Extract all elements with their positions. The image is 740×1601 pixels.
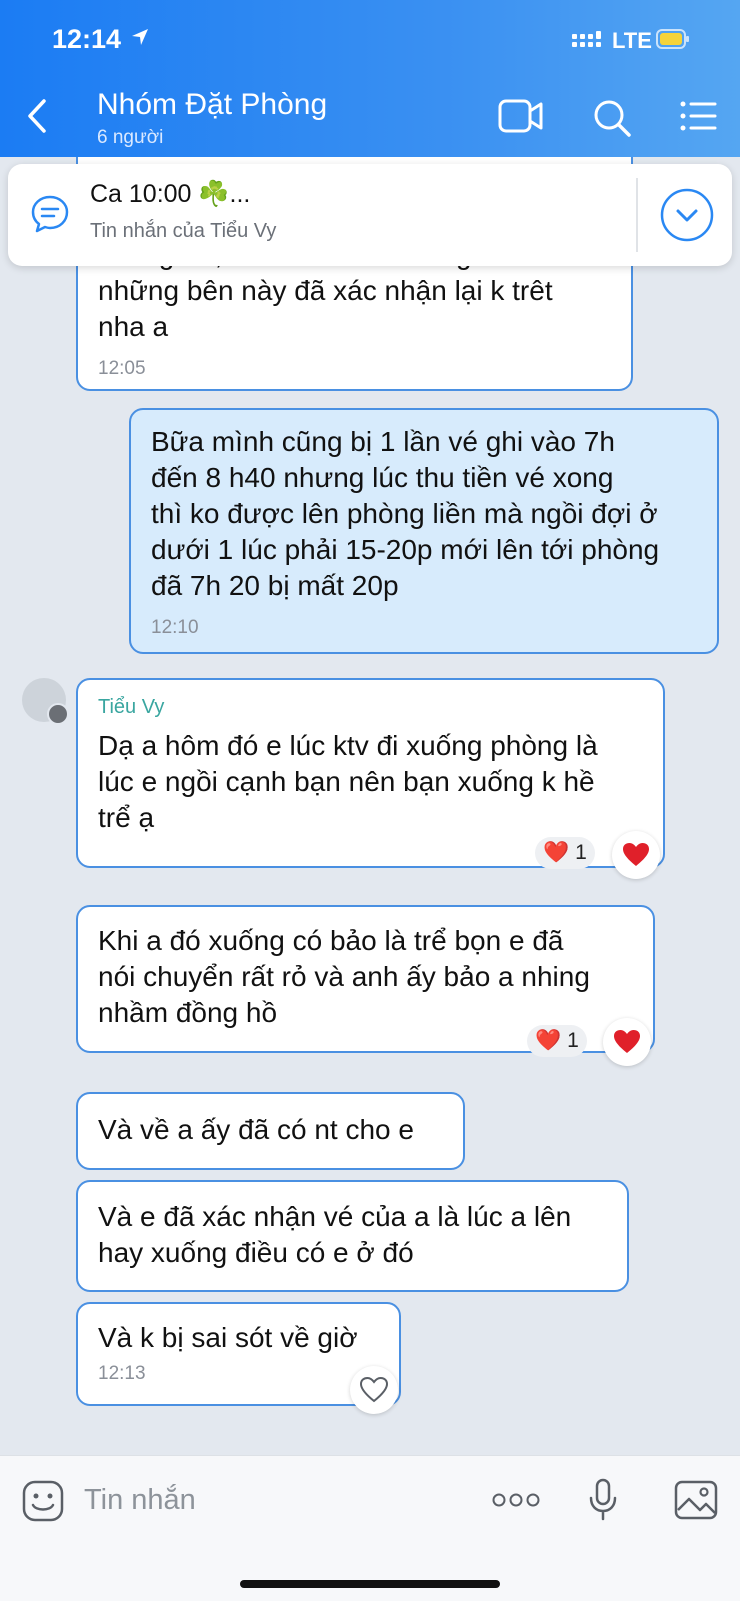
message-input-bar bbox=[0, 1455, 740, 1601]
message-text: nói chuyển rất rỏ và anh ấy bảo a nhing bbox=[98, 961, 590, 992]
network-type: LTE bbox=[612, 28, 652, 53]
message-text: Dạ a hôm đó e lúc ktv đi xuống phòng là bbox=[98, 730, 598, 761]
home-indicator bbox=[240, 1580, 500, 1588]
react-button[interactable] bbox=[612, 831, 660, 879]
emoji-icon[interactable] bbox=[22, 1480, 64, 1522]
message-text: Bữa mình cũng bị 1 lần vé ghi vào 7h bbox=[151, 426, 615, 457]
avatar-badge bbox=[47, 703, 69, 725]
video-call-icon[interactable] bbox=[498, 98, 544, 134]
heart-emoji: ❤️ bbox=[535, 1029, 562, 1052]
message-text: trể ạ bbox=[98, 802, 155, 833]
message-text: Và e đã xác nhận vé của a là lúc a lên bbox=[98, 1201, 572, 1232]
message-text: lúc e ngồi cạnh bạn nên bạn xuống k hề bbox=[98, 766, 595, 797]
message-time: 12:10 bbox=[151, 617, 199, 638]
message-text: đã 7h 20 bị mất 20p bbox=[151, 570, 399, 601]
divider bbox=[636, 178, 638, 252]
message-text: Và k bị sai sót về giờ bbox=[98, 1322, 358, 1353]
avatar[interactable] bbox=[22, 678, 69, 725]
heart-icon bbox=[614, 1030, 640, 1053]
signal-icon bbox=[572, 31, 601, 47]
back-icon[interactable] bbox=[26, 98, 48, 134]
message-text: dưới 1 lúc phải 15-20p mới lên tới phòng bbox=[151, 534, 660, 565]
header: 12:14 LTE Nhóm Đặt Phòng 6 người bbox=[0, 0, 740, 157]
react-button[interactable] bbox=[350, 1366, 398, 1414]
message-bubble[interactable]: Và về a ấy đã có nt cho e bbox=[76, 1092, 465, 1170]
microphone-icon[interactable] bbox=[588, 1478, 618, 1522]
chevron-down-icon[interactable] bbox=[660, 188, 714, 242]
heart-outline-icon bbox=[360, 1377, 388, 1403]
reaction-summary[interactable]: ❤️ 1 bbox=[535, 837, 595, 869]
member-count[interactable]: 6 người bbox=[97, 127, 163, 149]
message-time: 12:05 bbox=[98, 358, 146, 379]
image-icon[interactable] bbox=[674, 1480, 718, 1520]
heart-icon bbox=[623, 843, 649, 866]
location-arrow-icon bbox=[132, 29, 148, 45]
message-text: đến 8 h40 nhưng lúc thu tiền vé xong bbox=[151, 462, 614, 493]
chat-area[interactable]: xuống trễ, khách đó lúc xuống có nói nhữ… bbox=[0, 157, 740, 1455]
message-text: Và về a ấy đã có nt cho e bbox=[98, 1114, 414, 1145]
pinned-title: Ca 10:00 ☘️... bbox=[90, 180, 251, 208]
group-title[interactable]: Nhóm Đặt Phòng bbox=[97, 88, 327, 122]
sender-name[interactable]: Tiểu Vy bbox=[98, 694, 643, 720]
message-text: nha a bbox=[98, 311, 169, 342]
reaction-count: 1 bbox=[567, 1029, 579, 1052]
pinned-message[interactable]: Ca 10:00 ☘️... Tin nhắn của Tiểu Vy bbox=[8, 164, 732, 266]
battery-icon bbox=[656, 29, 689, 49]
message-text: những bên này đã xác nhận lại k trêt bbox=[98, 275, 553, 306]
reaction-count: 1 bbox=[575, 841, 587, 864]
pinned-subtitle: Tin nhắn của Tiểu Vy bbox=[90, 220, 277, 242]
message-text: thì ko được lên phòng liền mà ngồi đợi ở bbox=[151, 498, 658, 529]
message-time: 12:13 bbox=[98, 1363, 146, 1384]
menu-icon[interactable] bbox=[680, 100, 718, 132]
reaction-summary[interactable]: ❤️ 1 bbox=[527, 1025, 587, 1057]
search-icon[interactable] bbox=[592, 98, 632, 138]
message-text: Khi a đó xuống có bảo là trể bọn e đã bbox=[98, 925, 564, 956]
react-button[interactable] bbox=[603, 1018, 651, 1066]
status-time: 12:14 bbox=[52, 24, 122, 54]
more-icon[interactable] bbox=[492, 1492, 540, 1508]
message-bubble[interactable]: Và e đã xác nhận vé của a là lúc a lên h… bbox=[76, 1180, 629, 1292]
chat-bubble-icon bbox=[31, 195, 69, 233]
heart-emoji: ❤️ bbox=[543, 841, 570, 864]
message-input[interactable] bbox=[84, 1478, 464, 1522]
message-text: hay xuống điều có e ở đó bbox=[98, 1237, 414, 1268]
message-bubble-mine[interactable]: Bữa mình cũng bị 1 lần vé ghi vào 7h đến… bbox=[129, 408, 719, 654]
